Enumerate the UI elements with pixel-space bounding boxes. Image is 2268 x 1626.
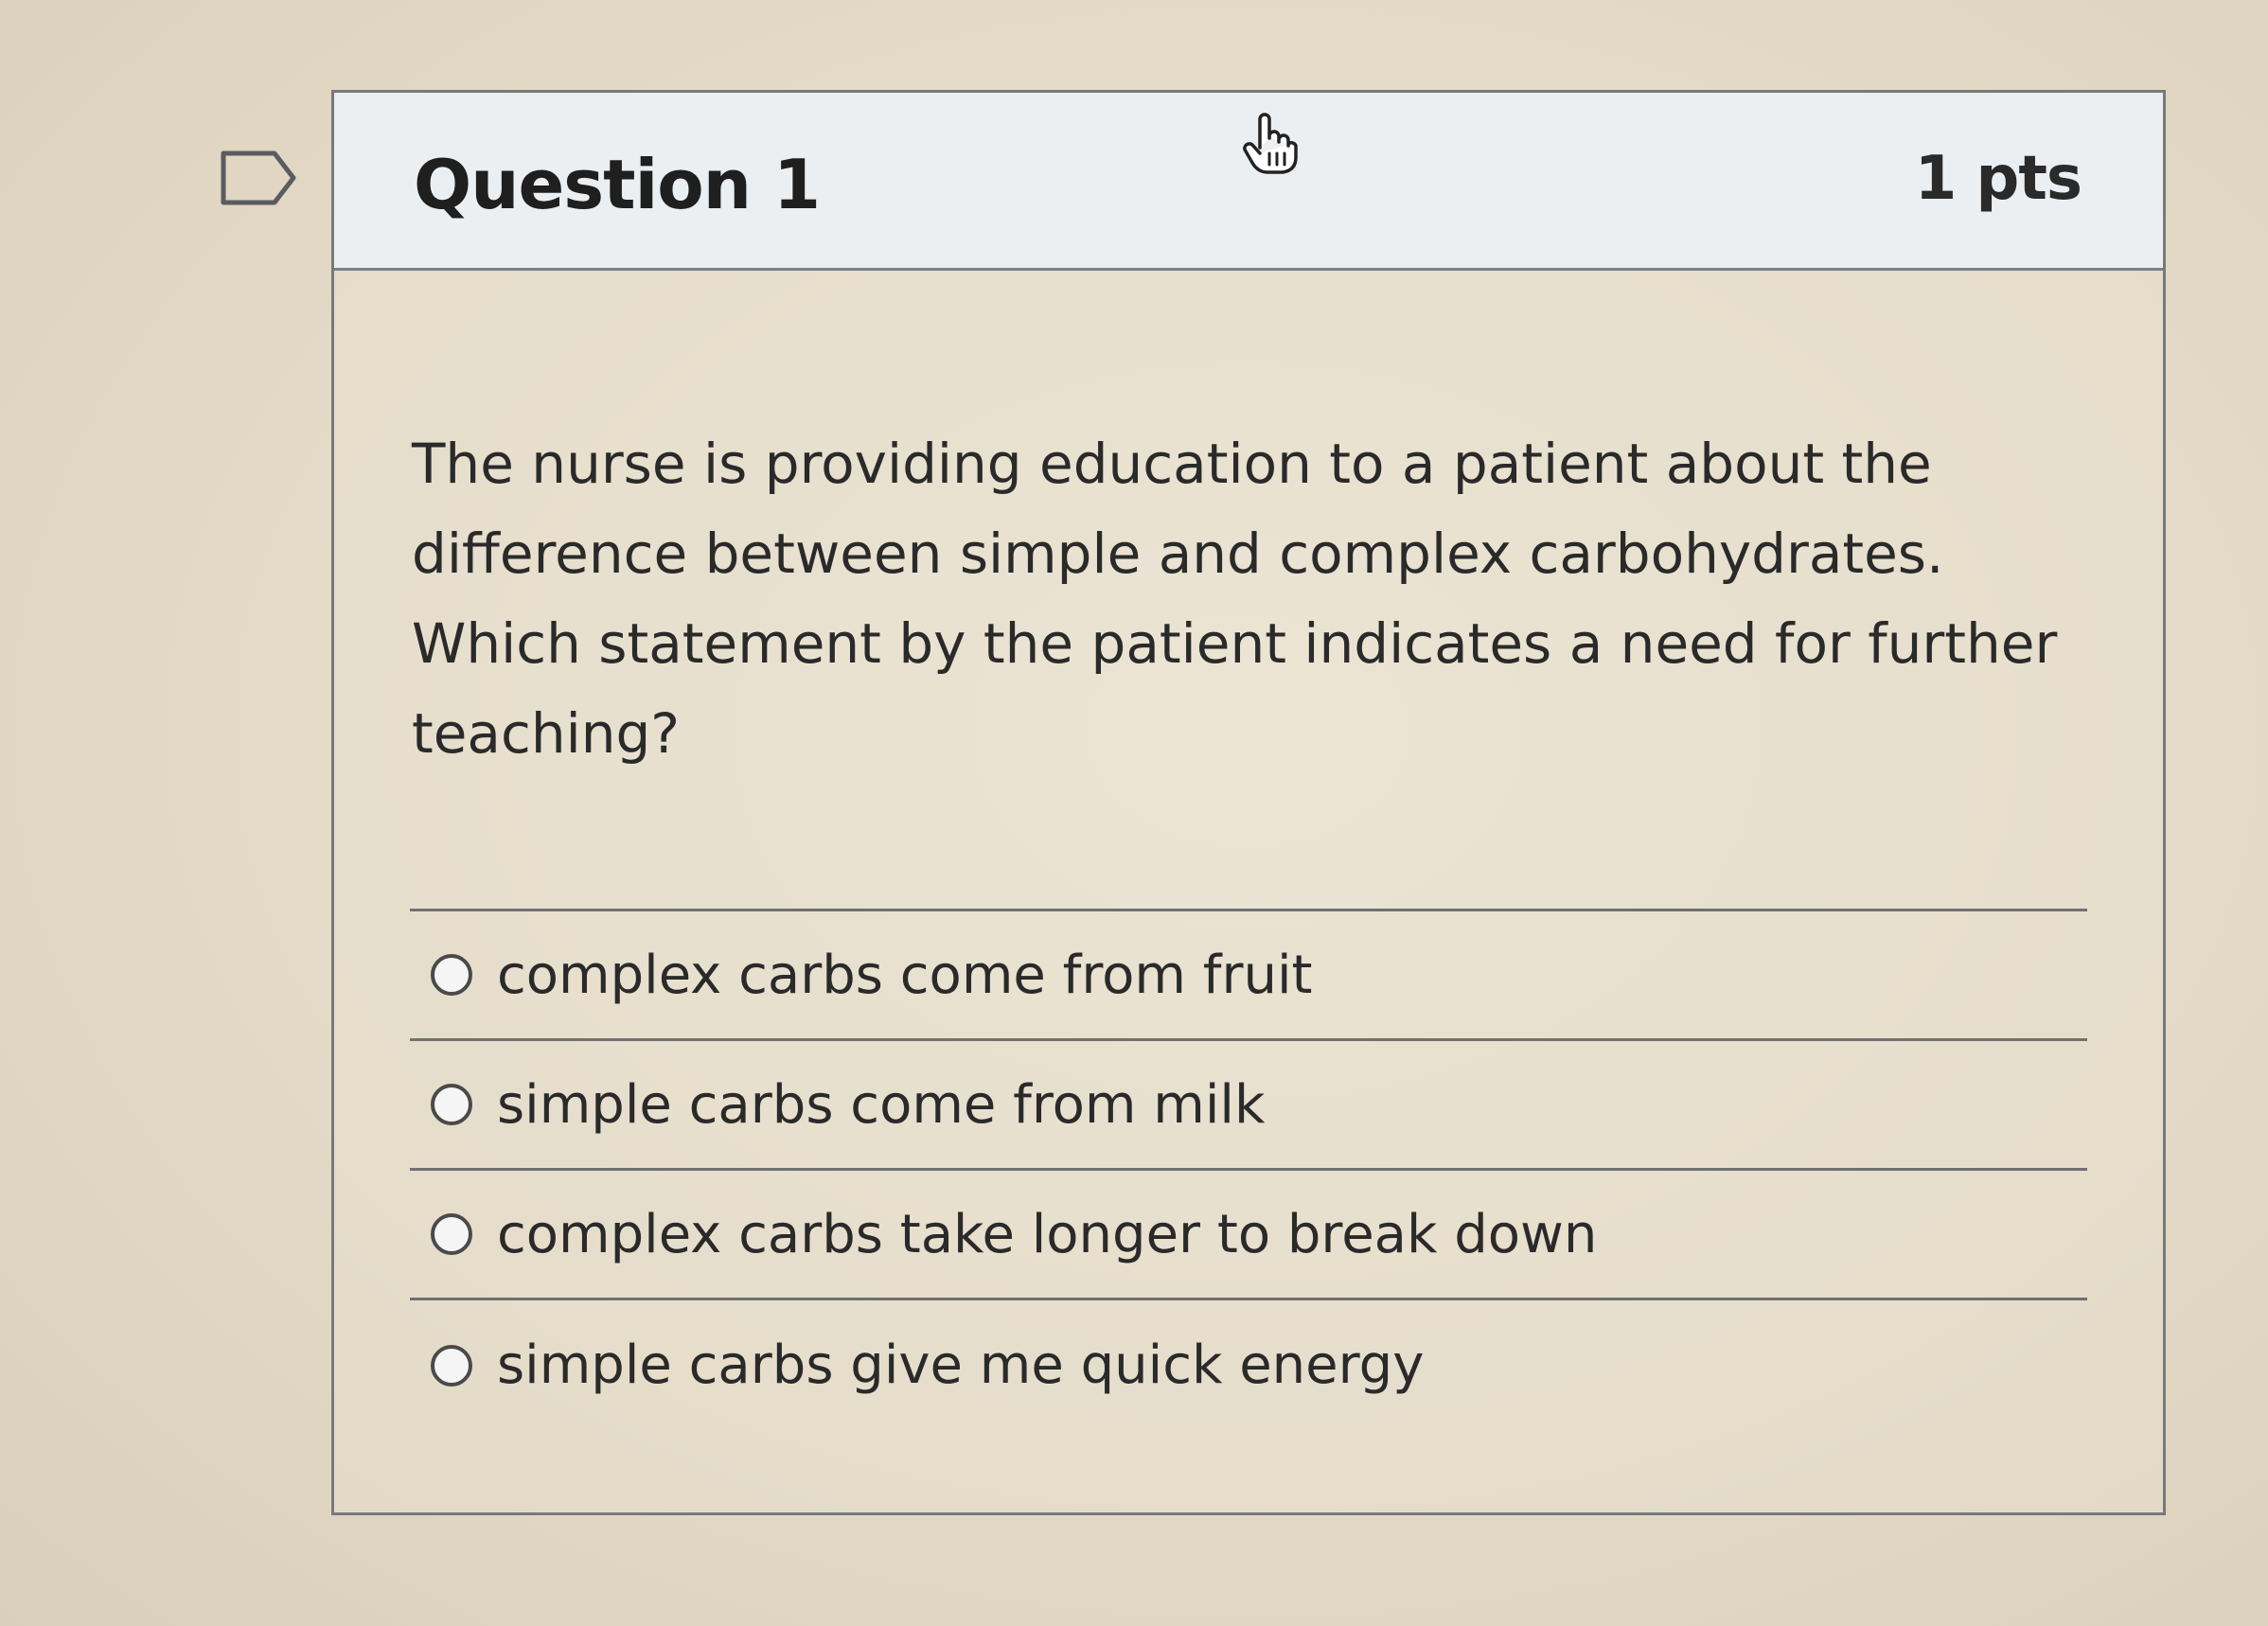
radio-button[interactable] xyxy=(431,1084,472,1125)
answer-list: complex carbs come from fruit simple car… xyxy=(410,909,2087,1430)
question-card: Question 1 1 pts The nurse is providing … xyxy=(331,90,2166,1515)
radio-button[interactable] xyxy=(431,1344,472,1387)
flag-question-icon[interactable] xyxy=(220,148,299,208)
answer-label[interactable]: simple carbs give me quick energy xyxy=(497,1334,1424,1396)
question-title: Question 1 xyxy=(414,145,821,224)
radio-button[interactable] xyxy=(431,1213,472,1255)
answer-label[interactable]: complex carbs take longer to break down xyxy=(497,1204,1597,1265)
question-header: Question 1 1 pts xyxy=(334,93,2163,271)
question-text: The nurse is providing education to a pa… xyxy=(412,432,2058,766)
hand-pointer-icon xyxy=(1243,113,1298,174)
answer-label[interactable]: simple carbs come from milk xyxy=(497,1074,1265,1136)
question-points: 1 pts xyxy=(1914,144,2082,214)
answer-label[interactable]: complex carbs come from fruit xyxy=(497,945,1313,1006)
answer-option[interactable]: complex carbs take longer to break down xyxy=(410,1171,2087,1300)
radio-button[interactable] xyxy=(431,954,472,996)
answer-option[interactable]: complex carbs come from fruit xyxy=(410,911,2087,1041)
answer-option[interactable]: simple carbs give me quick energy xyxy=(410,1300,2087,1430)
answer-option[interactable]: simple carbs come from milk xyxy=(410,1041,2087,1171)
